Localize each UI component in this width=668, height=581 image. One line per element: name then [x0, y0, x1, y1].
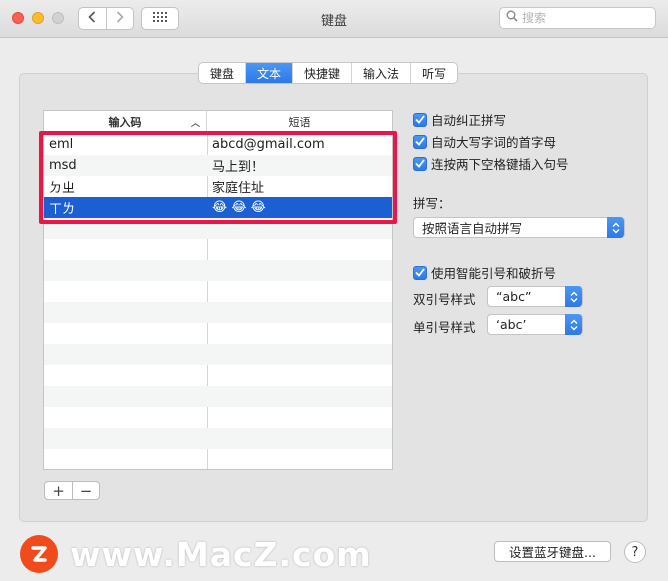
single-quote-label: 单引号样式: [413, 320, 476, 335]
search-field[interactable]: [499, 7, 656, 29]
spelling-popup[interactable]: 按照语言自动拼写: [413, 217, 625, 238]
updown-arrows-icon: [565, 286, 582, 307]
checkmark-icon: [413, 156, 427, 171]
checkmark-icon: [413, 112, 427, 127]
remove-button[interactable]: −: [72, 482, 99, 500]
table-header: 输入码 ︿ 短语: [44, 111, 392, 133]
annotation-highlight-box: [39, 131, 397, 224]
double-space-period-checkbox[interactable]: 连按两下空格键插入句号: [413, 154, 569, 173]
spelling-label: 拼写：: [413, 196, 451, 211]
title-bar: 键盘: [0, 0, 668, 38]
setup-bluetooth-keyboard-button[interactable]: 设置蓝牙键盘...: [494, 541, 611, 562]
add-button[interactable]: +: [45, 482, 72, 500]
autocorrect-checkbox[interactable]: 自动纠正拼写: [413, 110, 506, 129]
tab-dictation[interactable]: 听写: [410, 63, 457, 83]
double-quote-popup[interactable]: “abc”: [487, 286, 583, 307]
add-remove-control: + −: [44, 481, 100, 500]
column-header-phrase[interactable]: 短语: [207, 111, 392, 133]
help-button[interactable]: ?: [624, 541, 646, 563]
checkmark-icon: [413, 265, 427, 280]
updown-arrows-icon: [565, 314, 582, 335]
macz-logo-icon: [20, 535, 58, 573]
watermark: www.MacZ.com: [20, 531, 372, 577]
column-header-code[interactable]: 输入码 ︿: [44, 111, 207, 133]
tab-text[interactable]: 文本: [245, 63, 293, 83]
table-row-empty: [44, 260, 392, 281]
checkmark-icon: [413, 134, 427, 149]
updown-arrows-icon: [607, 217, 624, 238]
table-row-empty: [44, 428, 392, 449]
tab-bar: 键盘 文本 快捷键 输入法 听写: [198, 62, 459, 84]
sort-ascending-icon: ︿: [190, 119, 200, 129]
double-quote-label: 双引号样式: [413, 292, 476, 307]
table-row-empty: [44, 302, 392, 323]
tab-shortcuts[interactable]: 快捷键: [292, 63, 351, 83]
watermark-text: www.MacZ.com: [70, 534, 372, 574]
table-row-empty: [44, 386, 392, 407]
single-quote-popup[interactable]: ‘abc’: [487, 314, 583, 335]
search-icon: [506, 10, 518, 26]
tab-input-sources[interactable]: 输入法: [351, 63, 410, 83]
table-row-empty: [44, 344, 392, 365]
smart-quotes-checkbox[interactable]: 使用智能引号和破折号: [413, 263, 556, 282]
autocapitalize-checkbox[interactable]: 自动大写字词的首字母: [413, 132, 556, 151]
tab-keyboard[interactable]: 键盘: [199, 63, 245, 83]
search-input[interactable]: [522, 11, 642, 25]
